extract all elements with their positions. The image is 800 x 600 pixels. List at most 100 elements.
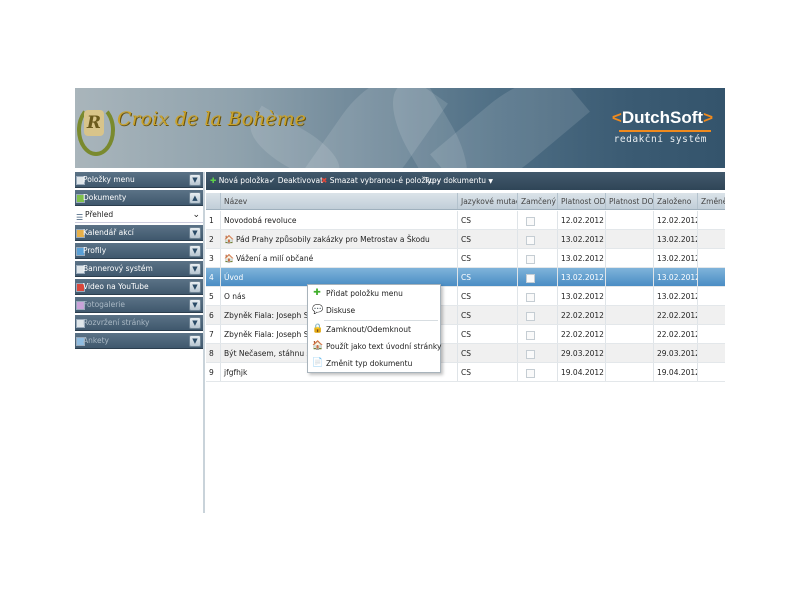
column-header-number bbox=[206, 193, 221, 209]
sidebar-item-polls[interactable]: Ankety ▼ bbox=[75, 333, 203, 349]
modified-cell bbox=[698, 268, 725, 286]
locked-cell bbox=[518, 325, 558, 343]
language-cell: CS bbox=[458, 211, 518, 229]
chevron-down-icon: ⌄ bbox=[192, 210, 200, 220]
locked-checkbox[interactable] bbox=[526, 235, 535, 245]
locked-checkbox[interactable] bbox=[526, 330, 535, 340]
menu-item-label: Použít jako text úvodní stránky bbox=[326, 342, 442, 351]
row-number: 5 bbox=[206, 287, 221, 305]
valid-from-cell: 22.02.2012 bbox=[558, 325, 606, 343]
table-row[interactable]: 2 🏠 Pád Prahy způsobily zakázky pro Metro… bbox=[206, 230, 725, 249]
sidebar-item-gallery[interactable]: Fotogalerie ▼ bbox=[75, 297, 203, 313]
menu-item-use-as-homepage[interactable]: 🏠 Použít jako text úvodní stránky bbox=[308, 338, 442, 355]
expand-toggle-icon[interactable]: ▼ bbox=[189, 174, 201, 186]
created-cell: 29.03.2012 bbox=[654, 344, 698, 362]
row-number: 1 bbox=[206, 211, 221, 229]
document-title[interactable]: Novodobá revoluce bbox=[221, 211, 458, 229]
menu-item-lock-unlock[interactable]: 🔒 Zamknout/Odemknout bbox=[308, 321, 440, 338]
column-header-locked[interactable]: Zamčený bbox=[518, 193, 558, 209]
column-header-valid-to[interactable]: Platnost DO bbox=[606, 193, 654, 209]
row-number: 7 bbox=[206, 325, 221, 343]
table-row[interactable]: 3 🏠 Vážení a milí občané CS 13.02.2012 13… bbox=[206, 249, 725, 268]
menu-item-discussion[interactable]: 💬 Diskuse bbox=[308, 302, 440, 319]
menu-item-add-menu-item[interactable]: ✚ Přidat položku menu bbox=[308, 285, 440, 302]
sidebar-item-documents[interactable]: Dokumenty ▲ bbox=[75, 190, 203, 206]
expand-toggle-icon[interactable]: ▼ bbox=[189, 245, 201, 257]
collapse-toggle-icon[interactable]: ▲ bbox=[189, 192, 201, 204]
plus-icon: ✚ bbox=[313, 288, 321, 298]
menu-item-change-document-type[interactable]: 📄 Změnit typ dokumentu bbox=[308, 355, 440, 372]
created-cell: 13.02.2012 bbox=[654, 268, 698, 286]
plus-icon: ✚ bbox=[210, 176, 217, 185]
created-cell: 13.02.2012 bbox=[654, 230, 698, 248]
document-types-dropdown[interactable]: Typy dokumentu ▼ bbox=[424, 172, 493, 191]
created-cell: 13.02.2012 bbox=[654, 249, 698, 267]
locked-checkbox[interactable] bbox=[526, 273, 535, 283]
column-header-languages[interactable]: Jazykové mutace bbox=[458, 193, 518, 209]
valid-from-cell: 12.02.2012 bbox=[558, 211, 606, 229]
valid-from-cell: 13.02.2012 bbox=[558, 268, 606, 286]
locked-checkbox[interactable] bbox=[526, 368, 535, 378]
document-title-cell[interactable]: 🏠 Vážení a milí občané bbox=[221, 249, 458, 267]
row-number: 9 bbox=[206, 363, 221, 381]
sidebar-item-profiles[interactable]: Profily ▼ bbox=[75, 243, 203, 259]
column-header-created[interactable]: Založeno bbox=[654, 193, 698, 209]
locked-checkbox[interactable] bbox=[526, 292, 535, 302]
table-row[interactable]: 7 Zbyněk Fiala: Joseph Stiglitz sl CS 22… bbox=[206, 325, 725, 344]
valid-from-cell: 29.03.2012 bbox=[558, 344, 606, 362]
locked-checkbox[interactable] bbox=[526, 216, 535, 226]
column-header-title[interactable]: Název bbox=[221, 193, 458, 209]
expand-toggle-icon[interactable]: ▼ bbox=[189, 263, 201, 275]
logo-letter: R bbox=[84, 110, 104, 136]
modified-cell bbox=[698, 211, 725, 229]
sidebar-item-label: Bannerový systém bbox=[83, 264, 153, 273]
locked-checkbox[interactable] bbox=[526, 254, 535, 264]
deactivate-button[interactable]: ✔ Deaktivovat bbox=[269, 172, 323, 190]
locked-cell bbox=[518, 363, 558, 381]
sidebar-item-calendar[interactable]: Kalendář akcí ▼ bbox=[75, 225, 203, 241]
table-row[interactable]: 1 Novodobá revoluce CS 12.02.2012 12.02.… bbox=[206, 211, 725, 230]
locked-checkbox[interactable] bbox=[526, 311, 535, 321]
lock-icon: 🔒 bbox=[312, 324, 324, 334]
expand-toggle-icon[interactable]: ▼ bbox=[189, 335, 201, 347]
sidebar-item-label: Fotogalerie bbox=[83, 300, 126, 309]
list-icon: ☰ bbox=[76, 213, 84, 222]
sidebar-item-label: Rozvržení stránky bbox=[83, 318, 150, 327]
locked-cell bbox=[518, 306, 558, 324]
document-title-cell[interactable]: 🏠 Pád Prahy způsobily zakázky pro Metrost… bbox=[221, 230, 458, 248]
expand-toggle-icon[interactable]: ▼ bbox=[189, 281, 201, 293]
document-types-label: Typy dokumentu bbox=[424, 176, 487, 185]
row-number: 2 bbox=[206, 230, 221, 248]
table-row[interactable]: 6 Zbyněk Fiala: Joseph Stiglitz sl CS 22… bbox=[206, 306, 725, 325]
table-row-selected[interactable]: 4 Úvod CS 13.02.2012 13.02.2012 bbox=[206, 268, 725, 287]
sidebar-subitem-overview[interactable]: ☰ Přehled ⌄ bbox=[75, 207, 203, 223]
table-row[interactable]: 5 O nás CS 13.02.2012 13.02.2012 bbox=[206, 287, 725, 306]
sidebar-item-menu-items[interactable]: Položky menu ▼ bbox=[75, 172, 203, 188]
language-cell: CS bbox=[458, 268, 518, 286]
created-cell: 22.02.2012 bbox=[654, 325, 698, 343]
banner-decoration bbox=[430, 88, 590, 168]
discussion-icon: 💬 bbox=[312, 305, 324, 315]
created-cell: 12.02.2012 bbox=[654, 211, 698, 229]
new-item-button[interactable]: ✚ Nová položka bbox=[210, 172, 269, 190]
logo-bracket-right: > bbox=[703, 108, 713, 127]
modified-cell bbox=[698, 363, 725, 381]
dutchsoft-logo[interactable]: <DutchSoft> bbox=[612, 108, 713, 128]
valid-from-cell: 13.02.2012 bbox=[558, 249, 606, 267]
expand-toggle-icon[interactable]: ▼ bbox=[189, 299, 201, 311]
table-row[interactable]: 8 Být Nečasem, stáhnu se do kl CS 29.03.… bbox=[206, 344, 725, 363]
locked-checkbox[interactable] bbox=[526, 349, 535, 359]
splitter-handle[interactable] bbox=[203, 172, 205, 513]
sidebar-item-label: Profily bbox=[83, 246, 107, 255]
expand-toggle-icon[interactable]: ▼ bbox=[189, 317, 201, 329]
expand-toggle-icon[interactable]: ▼ bbox=[189, 227, 201, 239]
sidebar-item-layout[interactable]: Rozvržení stránky ▼ bbox=[75, 315, 203, 331]
column-header-valid-from[interactable]: Platnost OD bbox=[558, 193, 606, 209]
table-row[interactable]: 9 jfgfhjk CS 19.04.2012 19.04.2012 bbox=[206, 363, 725, 382]
sidebar-item-banners[interactable]: Bannerový systém ▼ bbox=[75, 261, 203, 277]
created-cell: 19.04.2012 bbox=[654, 363, 698, 381]
column-header-modified[interactable]: Změněno bbox=[698, 193, 725, 209]
sidebar-item-youtube[interactable]: Video na YouTube ▼ bbox=[75, 279, 203, 295]
valid-from-cell: 22.02.2012 bbox=[558, 306, 606, 324]
valid-to-cell bbox=[606, 363, 654, 381]
